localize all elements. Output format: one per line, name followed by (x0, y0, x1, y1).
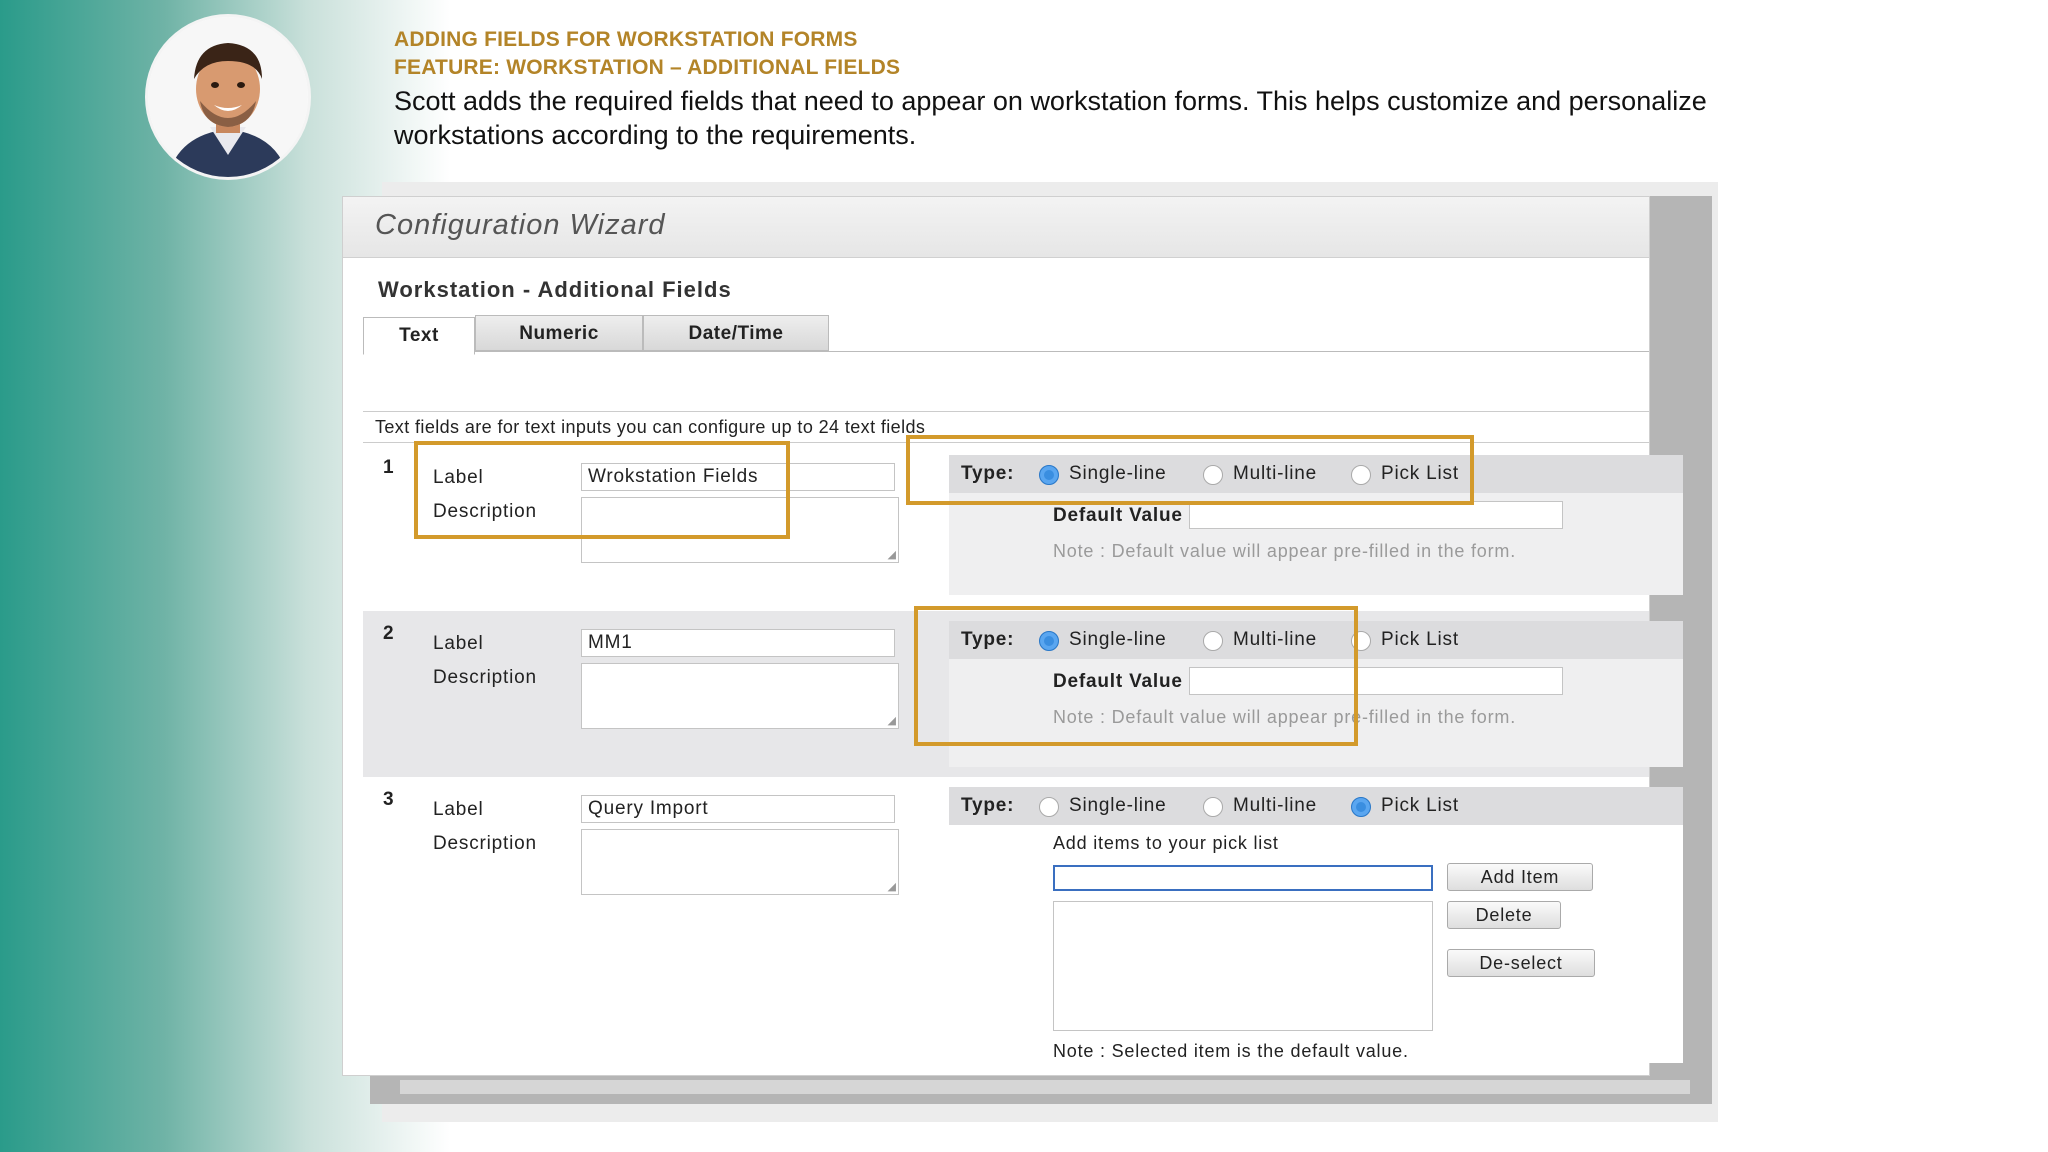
type-panel: Type: Single-line Multi-line Pick List A… (949, 787, 1683, 1063)
description-textarea[interactable]: ◢ (581, 829, 899, 895)
tab-bar: Text Numeric Date/Time (363, 315, 1649, 355)
single-line-radio[interactable] (1039, 797, 1059, 817)
picklist-caption: Add items to your pick list (1053, 833, 1279, 853)
wizard-title: Configuration Wizard (375, 209, 666, 241)
picklist-items-box[interactable] (1053, 901, 1433, 1031)
tab-text[interactable]: Text (363, 317, 475, 355)
pick-list-radio[interactable] (1351, 797, 1371, 817)
default-value-input[interactable] (1189, 501, 1563, 529)
pick-list-label: Pick List (1381, 795, 1459, 816)
wizard-header: Configuration Wizard (343, 197, 1649, 258)
label-input[interactable]: MM1 (581, 629, 895, 657)
description-textarea[interactable]: ◢ (581, 663, 899, 729)
frame-shadow-bottom (400, 1080, 1690, 1094)
description-caption: Description (433, 667, 537, 688)
add-item-button[interactable]: Add Item (1447, 863, 1593, 891)
slide-description: Scott adds the required fields that need… (394, 86, 1707, 150)
avatar (148, 17, 308, 177)
highlight-default-box (914, 606, 1358, 746)
highlight-type-box (906, 435, 1474, 505)
field-number: 1 (383, 457, 394, 478)
default-value-caption: Default Value (1053, 505, 1183, 526)
field-row-3: 3 Label Query Import Description ◢ Type:… (363, 777, 1683, 1073)
label-input[interactable]: Query Import (581, 795, 895, 823)
multi-line-label: Multi-line (1233, 795, 1318, 816)
resize-grip-icon[interactable]: ◢ (888, 714, 896, 727)
tab-date-time[interactable]: Date/Time (643, 315, 829, 351)
deselect-button[interactable]: De-select (1447, 949, 1595, 977)
section-title: Workstation - Additional Fields (378, 277, 732, 302)
single-line-label: Single-line (1069, 795, 1167, 816)
delete-button[interactable]: Delete (1447, 901, 1561, 929)
picklist-note: Note : Selected item is the default valu… (1053, 1041, 1409, 1061)
type-bar: Type: Single-line Multi-line Pick List (949, 787, 1683, 825)
label-caption: Label (433, 799, 484, 820)
highlight-label-box (414, 441, 790, 539)
field-number: 2 (383, 623, 394, 644)
label-caption: Label (433, 633, 484, 654)
picklist-item-input[interactable] (1053, 865, 1433, 891)
default-value-note: Note : Default value will appear pre-fil… (1053, 541, 1517, 561)
resize-grip-icon[interactable]: ◢ (888, 880, 896, 893)
resize-grip-icon[interactable]: ◢ (888, 548, 896, 561)
tab-numeric[interactable]: Numeric (475, 315, 643, 351)
multi-line-radio[interactable] (1203, 797, 1223, 817)
field-number: 3 (383, 789, 394, 810)
pick-list-label: Pick List (1381, 629, 1459, 650)
feature-subtitle: FEATURE: WORKSTATION – ADDITIONAL FIELDS (394, 56, 901, 79)
description-caption: Description (433, 833, 537, 854)
slide-subtitle: ADDING FIELDS FOR WORKSTATION FORMS (394, 28, 858, 51)
type-caption: Type: (961, 795, 1015, 816)
